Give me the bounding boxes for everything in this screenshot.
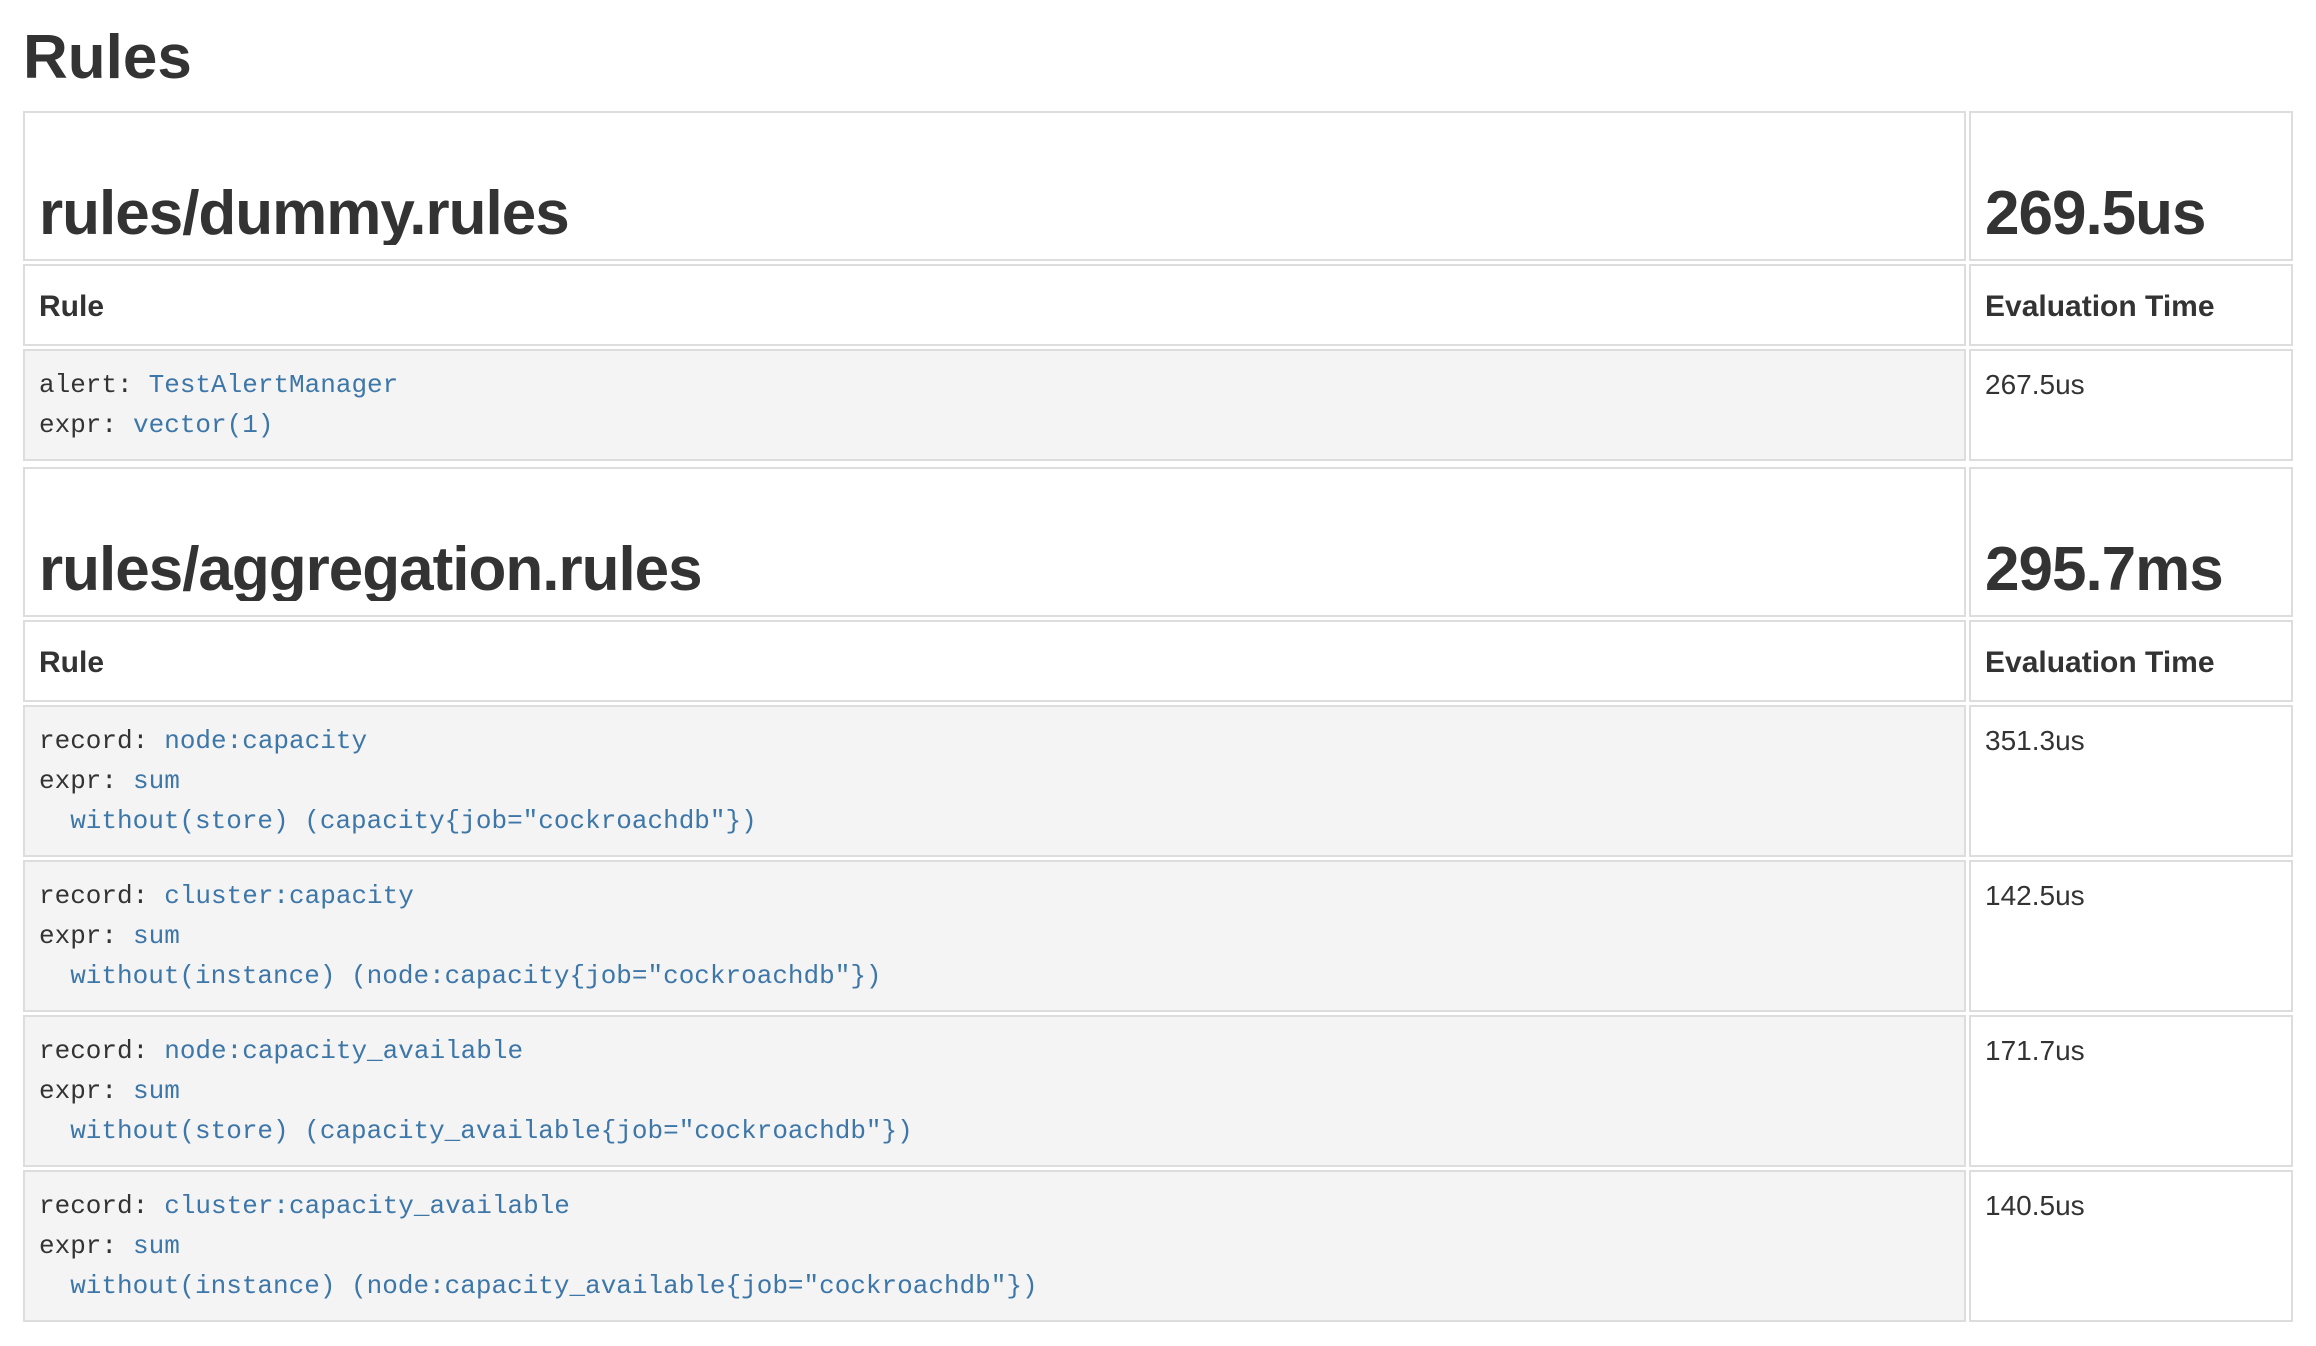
rule-code-line: without(instance) (node:capacity_availab… (39, 1266, 1950, 1306)
rule-keyword: expr: (39, 1231, 117, 1261)
rule-column-header: Rule (23, 620, 1966, 702)
rule-value-link[interactable]: sum (133, 1231, 180, 1261)
page-title: Rules (23, 24, 2316, 92)
rule-group-name: rules/dummy.rules (39, 183, 1950, 245)
rule-value-link[interactable]: cluster:capacity_available (164, 1191, 570, 1221)
rule-code-line: record: cluster:capacity_available (39, 1186, 1950, 1226)
rule-definition-cell: record:node:capacity_available expr:sum … (23, 1015, 1966, 1167)
rule-value-link[interactable]: without(instance) (node:capacity{job="co… (39, 961, 882, 991)
rule-evaluation-time: 142.5us (1969, 860, 2293, 1012)
rule-keyword: record: (39, 1191, 148, 1221)
rule-row: record: cluster:capacity expr: sum without… (23, 860, 2293, 1012)
rule-definition-cell: record: cluster:capacity expr: sum without… (23, 860, 1966, 1012)
rule-code-line: record: cluster:capacity (39, 876, 1950, 916)
group-header-row: rules/dummy.rules 269.5us (23, 111, 2293, 261)
rule-code-line: expr: sum (39, 1071, 1950, 1111)
rule-code-line: without(store) (capacity_available{job="… (39, 1111, 1950, 1151)
rule-code-line: expr: sum (39, 761, 1950, 801)
rule-value-link[interactable]: without(instance) (node:capacity_availab… (39, 1271, 1038, 1301)
rule-value-link[interactable]: cluster:capacity (164, 881, 414, 911)
rule-value-link[interactable]: node:capacity (164, 726, 367, 756)
rule-value-link[interactable]: vector(1) (133, 410, 273, 440)
rule-definition-cell: record: cluster:capacity_available expr: s… (23, 1170, 1966, 1322)
rule-definition-cell: alert: TestAlertManager expr: vector(1) (23, 349, 1966, 461)
rule-row: record: cluster:capacity_available expr: s… (23, 1170, 2293, 1322)
rule-group-table-dummy: rules/dummy.rules 269.5us Rule Evaluatio… (20, 108, 2296, 464)
rule-definition-cell: record: node:capacity expr: sum without(st… (23, 705, 1966, 857)
rule-group-table-aggregation: rules/aggregation.rules 295.7ms Rule Eva… (20, 464, 2296, 1325)
rule-keyword: record: (39, 881, 148, 911)
rule-row: alert: TestAlertManager expr: vector(1) 26… (23, 349, 2293, 461)
rule-code-line: alert: TestAlertManager (39, 365, 1950, 405)
rule-value-link[interactable]: without(store) (capacity_available{job="… (39, 1116, 913, 1146)
rule-code-line: without(instance) (node:capacity{job="co… (39, 956, 1950, 996)
evaluation-time-column-header: Evaluation Time (1969, 264, 2293, 346)
column-header-row: Rule Evaluation Time (23, 620, 2293, 702)
rule-value-link[interactable]: TestAlertManager (149, 370, 399, 400)
evaluation-time-column-header: Evaluation Time (1969, 620, 2293, 702)
rule-group-name: rules/aggregation.rules (39, 539, 1950, 601)
rule-group-evaluation-time: 295.7ms (1985, 539, 2277, 601)
rule-row: record: node:capacity expr: sum without(st… (23, 705, 2293, 857)
rule-evaluation-time: 267.5us (1969, 349, 2293, 461)
rule-keyword: expr: (39, 766, 117, 796)
rule-column-header: Rule (23, 264, 1966, 346)
rule-keyword: expr: (39, 1076, 117, 1106)
rule-code-line: expr: vector(1) (39, 405, 1950, 445)
rule-code-line: expr: sum (39, 916, 1950, 956)
rule-keyword: record: (39, 726, 148, 756)
rule-value-link[interactable]: node:capacity_available (164, 1036, 523, 1066)
rule-code-line: without(store) (capacity{job="cockroachd… (39, 801, 1950, 841)
rule-keyword: alert: (39, 370, 133, 400)
rule-value-link[interactable]: sum (133, 921, 180, 951)
rule-keyword: expr: (39, 410, 117, 440)
column-header-row: Rule Evaluation Time (23, 264, 2293, 346)
rule-evaluation-time: 171.7us (1969, 1015, 2293, 1167)
rule-row: record:node:capacity_available expr:sum … (23, 1015, 2293, 1167)
rule-code-line: record: node:capacity (39, 721, 1950, 761)
rule-evaluation-time: 351.3us (1969, 705, 2293, 857)
rule-code-line: record: node:capacity_available (39, 1031, 1950, 1071)
rule-value-link[interactable]: sum (133, 766, 180, 796)
rule-group-evaluation-time: 269.5us (1985, 183, 2277, 245)
rule-keyword: expr: (39, 921, 117, 951)
rule-code-line: expr: sum (39, 1226, 1950, 1266)
rule-value-link[interactable]: sum (133, 1076, 180, 1106)
rule-evaluation-time: 140.5us (1969, 1170, 2293, 1322)
group-header-row: rules/aggregation.rules 295.7ms (23, 467, 2293, 617)
rule-keyword: record: (39, 1036, 148, 1066)
rule-value-link[interactable]: without(store) (capacity{job="cockroachd… (39, 806, 757, 836)
